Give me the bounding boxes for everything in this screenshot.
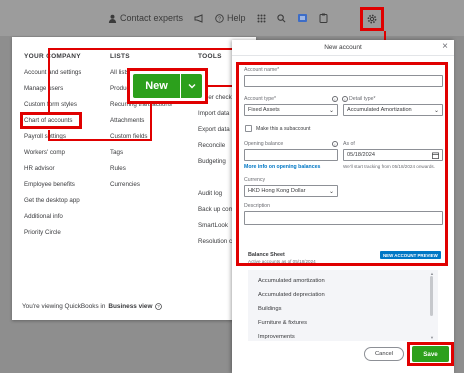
your-company-column: YOUR COMPANY Account and settings Manage… — [24, 53, 81, 243]
as-of-label: As of — [343, 141, 355, 147]
info-icon[interactable]: i — [332, 141, 338, 147]
close-icon[interactable]: × — [442, 41, 448, 52]
connector-line — [150, 103, 152, 141]
menu-item-desktop-app[interactable]: Get the desktop app — [24, 195, 81, 211]
view-mode-footer: You're viewing QuickBooks in Business vi… — [22, 303, 163, 310]
lists-heading: LISTS — [110, 53, 130, 60]
chevron-down-icon[interactable] — [180, 74, 202, 98]
menu-item-priority-circle[interactable]: Priority Circle — [24, 227, 81, 243]
opening-balance-label: Opening balance — [244, 141, 284, 147]
account-type-select[interactable]: Fixed Assets ⌄ — [244, 104, 338, 116]
new-button[interactable]: New — [133, 74, 202, 98]
person-icon — [108, 14, 117, 23]
save-button[interactable]: Save — [412, 346, 449, 362]
currency-value: HKD Hong Kong Dollar — [248, 188, 306, 194]
help-label: Help — [227, 13, 246, 23]
menu-item-manage-users[interactable]: Manage users — [24, 83, 81, 99]
connector-line — [48, 139, 152, 141]
scrollbar[interactable] — [430, 276, 433, 316]
clipboard-icon[interactable] — [319, 13, 328, 23]
your-company-heading: YOUR COMPANY — [24, 53, 81, 60]
connector-line — [48, 48, 50, 112]
balance-sheet-subtitle: Active accounts as of 05/18/2024 — [248, 259, 316, 264]
chart-of-accounts-highlight — [20, 112, 82, 129]
account-preview-list[interactable]: Accumulated amortization Accumulated dep… — [248, 270, 438, 341]
account-type-value: Fixed Assets — [248, 107, 280, 113]
menu-item-hr-advisor[interactable]: HR advisor — [24, 163, 81, 179]
tracking-note: We'll start tracking from 05/18/2024 onw… — [343, 164, 435, 169]
chevron-down-icon: ⌄ — [328, 107, 334, 114]
chevron-down-icon: ⌄ — [433, 107, 439, 114]
opening-balance-info-link[interactable]: More info on opening balances — [244, 164, 320, 170]
help-button[interactable]: ? Help — [215, 13, 246, 23]
opening-balance-input[interactable] — [244, 149, 338, 161]
megaphone-icon[interactable] — [194, 13, 204, 23]
list-item: Accumulated depreciation — [258, 292, 325, 298]
description-input[interactable] — [244, 211, 443, 225]
footer-prefix: You're viewing QuickBooks in — [22, 303, 106, 310]
calendar-icon[interactable] — [432, 152, 439, 159]
subaccount-checkbox[interactable] — [245, 125, 252, 132]
menu-item-tags[interactable]: Tags — [110, 147, 178, 163]
account-name-input[interactable] — [244, 75, 443, 87]
info-icon[interactable]: i — [332, 96, 338, 102]
description-label: Description — [244, 203, 270, 209]
list-item: Furniture & fixtures — [258, 320, 307, 326]
business-view-label[interactable]: Business view — [108, 303, 152, 310]
subaccount-label: Make this a subaccount — [256, 126, 311, 132]
help-icon: ? — [215, 13, 224, 23]
help-circle-icon[interactable]: ? — [155, 303, 163, 310]
cancel-button[interactable]: Cancel — [364, 347, 404, 361]
apps-grid-icon[interactable] — [257, 14, 266, 23]
detail-type-select[interactable]: Accumulated Amortization ⌄ — [343, 104, 443, 116]
balance-sheet-heading: Balance Sheet — [248, 252, 285, 258]
detail-type-label: Detail type* — [349, 96, 376, 102]
currency-label: Currency — [244, 177, 266, 183]
list-item: Accumulated amortization — [258, 278, 325, 284]
account-name-label: Account name* — [244, 67, 280, 73]
new-button-label: New — [145, 80, 168, 92]
new-button-highlight: New — [127, 68, 208, 104]
divider — [232, 55, 454, 56]
menu-item-employee-benefits[interactable]: Employee benefits — [24, 179, 81, 195]
list-item: Improvements — [258, 334, 295, 340]
account-type-label: Account type* — [244, 96, 277, 102]
currency-select[interactable]: HKD Hong Kong Dollar ⌄ — [244, 185, 338, 197]
search-icon[interactable] — [276, 13, 286, 23]
svg-text:?: ? — [218, 16, 221, 22]
scroll-down-icon[interactable]: ▼ — [430, 335, 434, 340]
info-icon[interactable]: i — [342, 96, 348, 102]
svg-text:?: ? — [158, 304, 161, 309]
menu-item-currencies[interactable]: Currencies — [110, 179, 178, 195]
as-of-value: 05/18/2024 — [347, 152, 375, 158]
contact-experts-link[interactable]: Contact experts — [108, 13, 183, 23]
new-account-preview-badge: NEW ACCOUNT PREVIEW — [380, 251, 441, 259]
settings-gear-button[interactable] — [360, 7, 384, 31]
menu-item-rules[interactable]: Rules — [110, 163, 178, 179]
menu-item-additional-info[interactable]: Additional info — [24, 211, 81, 227]
list-item: Buildings — [258, 306, 282, 312]
menu-item-attachments[interactable]: Attachments — [110, 115, 178, 131]
menu-item-workers-comp[interactable]: Workers' comp — [24, 147, 81, 163]
dialog-title: New account — [324, 44, 362, 51]
notifications-icon[interactable] — [297, 13, 308, 23]
gear-icon — [367, 14, 377, 24]
chevron-down-icon: ⌄ — [328, 188, 334, 195]
new-account-dialog: New account × Account name* Account type… — [232, 40, 454, 373]
contact-experts-label: Contact experts — [120, 13, 184, 23]
detail-type-value: Accumulated Amortization — [347, 107, 412, 113]
menu-item-account-settings[interactable]: Account and settings — [24, 67, 81, 83]
as-of-date-input[interactable]: 05/18/2024 — [343, 149, 443, 161]
top-toolbar: Contact experts ? Help — [108, 8, 328, 28]
